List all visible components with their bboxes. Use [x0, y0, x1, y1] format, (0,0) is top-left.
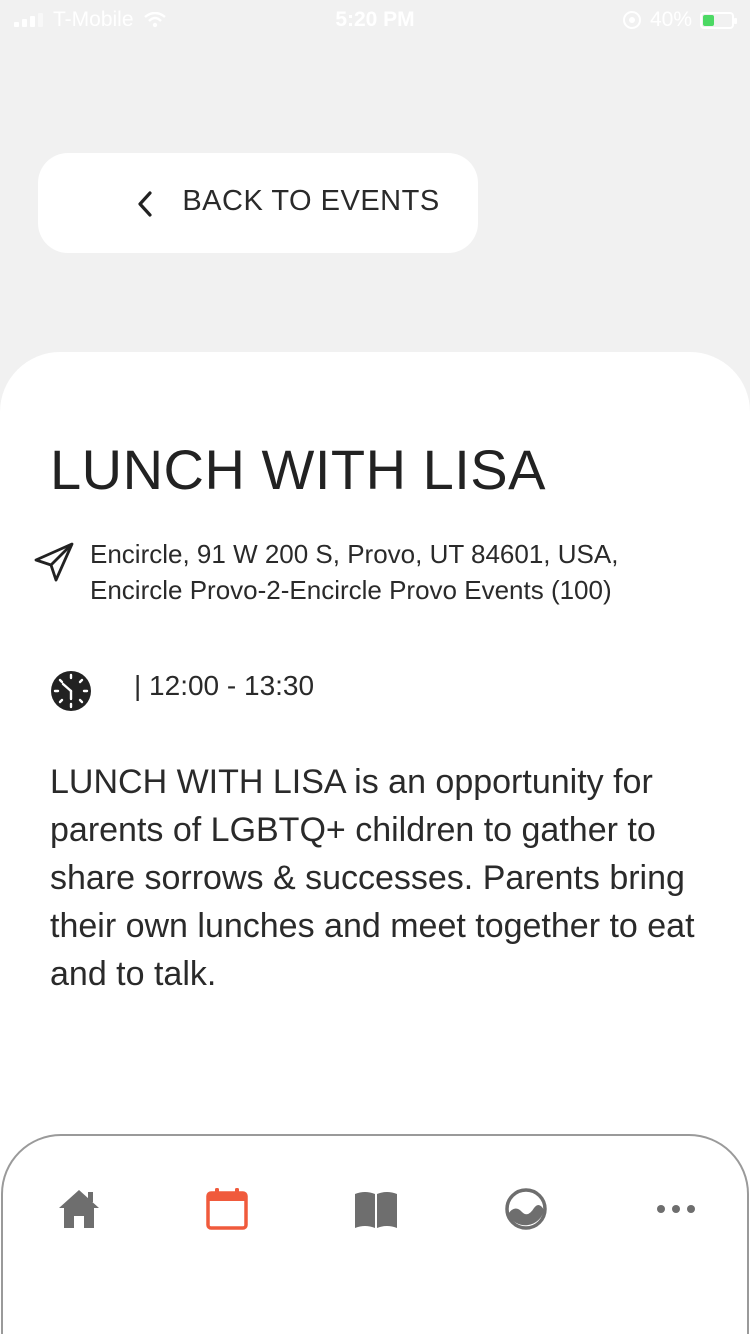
time-text: | 12:00 - 13:30	[134, 670, 315, 701]
landscape-icon[interactable]	[501, 1184, 551, 1234]
send-icon	[34, 542, 74, 582]
battery-icon	[700, 11, 737, 29]
event-description: LUNCH WITH LISA is an opportunity for pa…	[50, 763, 695, 993]
status-right: 40%	[622, 8, 737, 32]
bottom-nav	[1, 1134, 749, 1334]
battery-percent: 40%	[649, 8, 692, 31]
event-time: | 12:00 - 13:30	[50, 670, 650, 714]
clock-icon	[51, 671, 91, 711]
more-icon[interactable]	[651, 1184, 701, 1234]
status-bar: T-Mobile 5:20 PM 40%	[0, 0, 750, 40]
back-to-events-button[interactable]: BACK TO EVENTS	[38, 153, 478, 253]
back-to-events-label: BACK TO EVENTS	[182, 185, 440, 217]
book-icon[interactable]	[351, 1184, 401, 1234]
battery-level	[703, 14, 714, 26]
location-venue: Encircle Provo-2-Encircle Provo Events (…	[90, 575, 612, 605]
location-text: Encircle, 91 W 200 S, Provo, UT 84601, U…	[90, 536, 720, 608]
chevron-left-icon	[138, 191, 152, 217]
home-icon[interactable]	[54, 1184, 104, 1234]
orientation-lock-icon	[622, 11, 641, 29]
calendar-icon[interactable]	[202, 1184, 252, 1234]
location-address: Encircle, 91 W 200 S, Provo, UT 84601, U…	[90, 539, 619, 569]
event-title: LUNCH WITH LISA	[50, 438, 546, 501]
